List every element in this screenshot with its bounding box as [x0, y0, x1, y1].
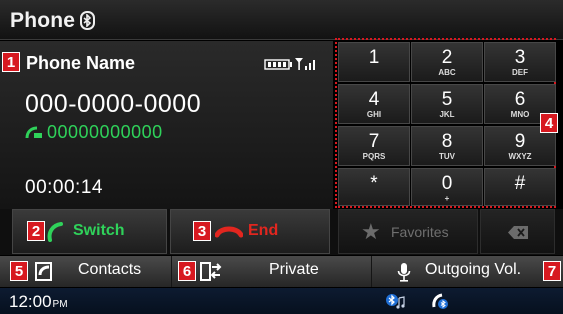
hang-up-icon	[215, 226, 243, 238]
backspace-icon	[508, 226, 528, 239]
outgoing-volume-button[interactable]: Outgoing Vol. 7	[373, 256, 563, 287]
microphone-icon	[397, 263, 411, 282]
key-digit: 1	[368, 47, 380, 68]
private-button[interactable]: 6 Private	[172, 256, 372, 287]
callout-badge-1: 1	[2, 52, 20, 72]
callout-badge-2: 2	[27, 221, 45, 241]
bluetooth-phone-icon	[432, 293, 448, 309]
callout-badge-4: 4	[540, 113, 558, 133]
key-digit: 8	[441, 131, 453, 152]
key-digit: 5	[441, 89, 453, 110]
phone-icon	[47, 222, 63, 242]
key-letters: GHI	[366, 110, 382, 119]
key-digit: 6	[514, 89, 526, 110]
private-label: Private	[269, 261, 319, 278]
switch-label: Switch	[73, 222, 125, 239]
key-letters: PQRS	[362, 152, 386, 161]
outgoing-volume-label: Outgoing Vol.	[425, 261, 522, 278]
title-bar: Phone	[0, 0, 563, 40]
held-call-number: 00000000000	[47, 122, 163, 142]
clock: 12:00PM	[9, 292, 68, 312]
key-letters: ABC	[438, 68, 456, 77]
signal-strength-icon	[264, 58, 315, 70]
call-timer: 00:00:14	[25, 177, 103, 198]
bluetooth-icon	[80, 11, 95, 30]
key-digit: 3	[514, 47, 526, 68]
clock-time: 12:00	[9, 292, 52, 311]
page-title: Phone	[10, 9, 76, 32]
call-info-panel: 1 Phone Name 000-0000-0000 00000000000 0…	[0, 41, 333, 209]
bluetooth-audio-icon	[386, 294, 405, 309]
status-bar: 12:00PM	[0, 288, 563, 314]
key-digit: 4	[368, 89, 380, 110]
key-letters: WXYZ	[508, 152, 532, 161]
star-icon: ★	[361, 219, 381, 244]
callout-badge-3: 3	[193, 221, 211, 241]
held-call-icon	[25, 126, 42, 139]
key-hash[interactable]: #	[484, 168, 556, 206]
key-star[interactable]: *	[338, 168, 410, 206]
key-4[interactable]: 4 GHI	[338, 84, 410, 124]
key-7[interactable]: 7 PQRS	[338, 126, 410, 166]
phone-screen: Phone 1 Phone Name 000-0000-0000 0000000…	[0, 0, 563, 314]
contacts-label: Contacts	[78, 261, 142, 278]
key-digit: 2	[441, 47, 453, 68]
delete-digit-button[interactable]	[480, 209, 555, 254]
key-digit: #	[514, 173, 526, 194]
end-label: End	[248, 222, 279, 239]
key-letters: +	[444, 194, 450, 203]
clock-ampm: PM	[52, 299, 68, 310]
key-digit: 0	[441, 173, 453, 194]
key-letters: JKL	[439, 110, 455, 119]
key-digit: 7	[368, 131, 380, 152]
phone-name: Phone Name	[26, 53, 136, 73]
callout-badge-5: 5	[10, 261, 28, 281]
key-digit: 9	[514, 131, 526, 152]
key-2[interactable]: 2 ABC	[411, 42, 483, 82]
key-0[interactable]: 0 +	[411, 168, 483, 206]
call-action-row: 2 Switch 3 End ★ Favorites	[0, 209, 563, 255]
key-8[interactable]: 8 TUV	[411, 126, 483, 166]
key-3[interactable]: 3 DEF	[484, 42, 556, 82]
held-call-line: 00000000000	[25, 122, 163, 143]
favorites-button[interactable]: ★ Favorites	[338, 209, 478, 254]
favorites-label: Favorites	[391, 224, 449, 240]
contacts-button[interactable]: 5 Contacts	[0, 256, 172, 287]
key-letters: TUV	[439, 152, 455, 161]
callout-badge-7: 7	[543, 261, 561, 281]
key-1[interactable]: 1	[338, 42, 410, 82]
bottom-options-row: 5 Contacts 6 Private Outgoing Vol. 7	[0, 256, 563, 287]
contacts-icon	[35, 262, 52, 281]
phone-number: 000-0000-0000	[25, 90, 202, 118]
transfer-to-phone-icon	[200, 262, 222, 281]
key-letters: DEF	[512, 68, 528, 77]
callout-badge-6: 6	[178, 261, 196, 281]
dial-keypad: 4 1 2 ABC 3 DEF 4 GHI 5 JKL 6 MNO 7 PQRS	[335, 38, 558, 208]
key-digit: *	[370, 173, 378, 194]
key-5[interactable]: 5 JKL	[411, 84, 483, 124]
